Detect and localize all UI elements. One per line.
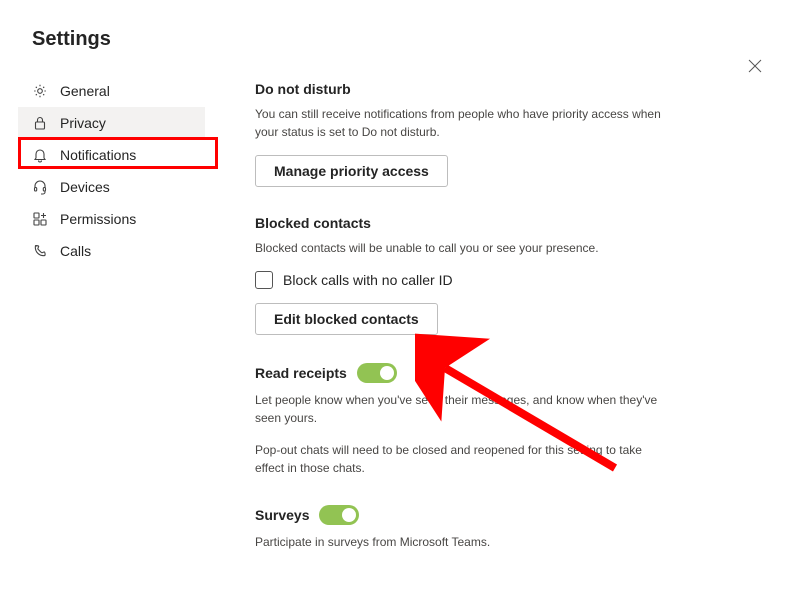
section-heading: Do not disturb: [255, 81, 685, 97]
manage-priority-access-button[interactable]: Manage priority access: [255, 155, 448, 187]
heading-text: Surveys: [255, 507, 309, 523]
gear-icon: [32, 83, 48, 99]
sidebar-item-label: Calls: [60, 243, 91, 259]
bell-icon: [32, 147, 48, 163]
section-description: You can still receive notifications from…: [255, 105, 665, 141]
section-do-not-disturb: Do not disturb You can still receive not…: [255, 81, 685, 187]
sidebar-item-calls[interactable]: Calls: [18, 235, 205, 267]
section-heading: Surveys: [255, 505, 685, 525]
sidebar-item-label: Permissions: [60, 211, 136, 227]
block-no-caller-id-checkbox[interactable]: Block calls with no caller ID: [255, 271, 685, 289]
sidebar-item-label: Devices: [60, 179, 110, 195]
page-title: Settings: [32, 28, 797, 51]
sidebar-item-label: General: [60, 83, 110, 99]
sidebar-item-label: Privacy: [60, 115, 106, 131]
section-description: Blocked contacts will be unable to call …: [255, 239, 665, 257]
section-surveys: Surveys Participate in surveys from Micr…: [255, 505, 685, 551]
close-icon: [747, 58, 763, 74]
settings-sidebar: General Privacy Notifications Devices: [0, 75, 205, 579]
checkbox-icon: [255, 271, 273, 289]
read-receipts-toggle[interactable]: [357, 363, 397, 383]
section-read-receipts: Read receipts Let people know when you'v…: [255, 363, 685, 477]
lock-icon: [32, 115, 48, 131]
apps-icon: [32, 211, 48, 227]
sidebar-item-devices[interactable]: Devices: [18, 171, 205, 203]
sidebar-item-notifications[interactable]: Notifications: [18, 139, 205, 171]
edit-blocked-contacts-button[interactable]: Edit blocked contacts: [255, 303, 438, 335]
section-heading: Read receipts: [255, 363, 685, 383]
settings-main: Do not disturb You can still receive not…: [205, 75, 705, 579]
heading-text: Read receipts: [255, 365, 347, 381]
sidebar-item-general[interactable]: General: [18, 75, 205, 107]
section-description: Let people know when you've seen their m…: [255, 391, 665, 427]
section-blocked-contacts: Blocked contacts Blocked contacts will b…: [255, 215, 685, 335]
close-button[interactable]: [747, 58, 767, 78]
sidebar-item-privacy[interactable]: Privacy: [18, 107, 205, 139]
checkbox-label: Block calls with no caller ID: [283, 272, 453, 288]
phone-icon: [32, 243, 48, 259]
section-description: Participate in surveys from Microsoft Te…: [255, 533, 665, 551]
section-heading: Blocked contacts: [255, 215, 685, 231]
section-description-secondary: Pop-out chats will need to be closed and…: [255, 441, 665, 477]
sidebar-item-permissions[interactable]: Permissions: [18, 203, 205, 235]
headset-icon: [32, 179, 48, 195]
surveys-toggle[interactable]: [319, 505, 359, 525]
sidebar-item-label: Notifications: [60, 147, 136, 163]
